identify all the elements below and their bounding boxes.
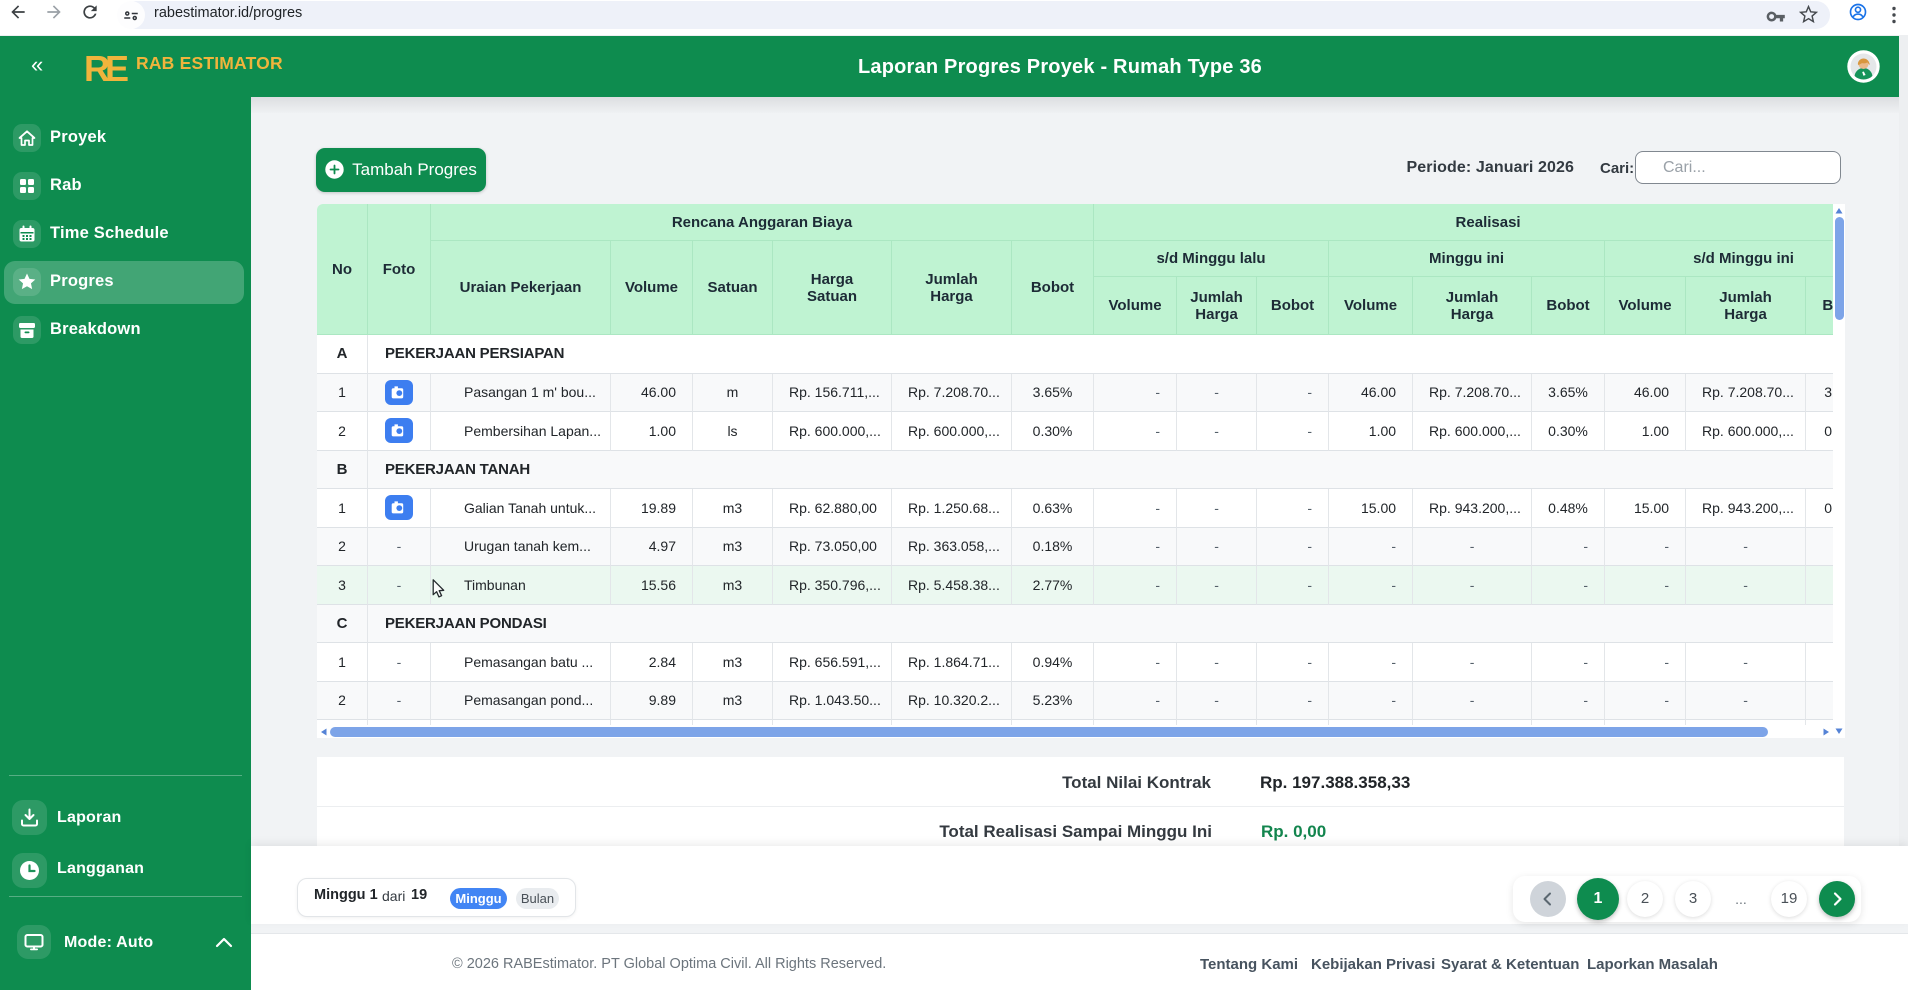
svg-text:E: E bbox=[105, 48, 129, 89]
